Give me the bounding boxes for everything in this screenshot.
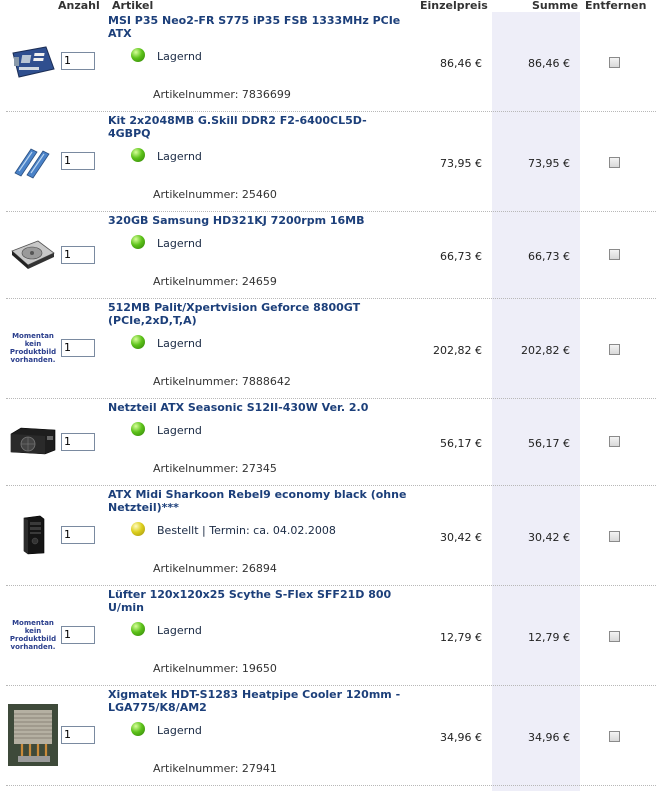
availability-dot-green <box>131 48 145 62</box>
article-number: Artikelnummer: 26894 <box>153 562 277 575</box>
remove-checkbox[interactable] <box>609 531 620 542</box>
cart-row: 1 Kit 2x2048MB G.Skill DDR2 F2-6400CL5D-… <box>0 112 660 211</box>
pc-case-icon <box>8 514 58 556</box>
product-title-link[interactable]: Netzteil ATX Seasonic S12II-430W Ver. 2.… <box>108 401 408 414</box>
availability-dot-green <box>131 422 145 436</box>
availability-text: Lagernd <box>157 150 202 163</box>
article-number: Artikelnummer: 7836699 <box>153 88 291 101</box>
remove-checkbox[interactable] <box>609 344 620 355</box>
cpu-cooler-icon <box>8 704 58 766</box>
remove-checkbox[interactable] <box>609 249 620 260</box>
article-number: Artikelnummer: 27941 <box>153 762 277 775</box>
remove-checkbox[interactable] <box>609 57 620 68</box>
line-sum: 202,82 € <box>521 344 570 357</box>
availability-text: Lagernd <box>157 424 202 437</box>
line-sum: 86,46 € <box>528 57 570 70</box>
line-sum: 30,42 € <box>528 531 570 544</box>
quantity-input[interactable]: 1 <box>61 526 95 544</box>
availability-text: Lagernd <box>157 724 202 737</box>
remove-checkbox[interactable] <box>609 436 620 447</box>
availability-dot-yellow <box>131 522 145 536</box>
line-sum: 56,17 € <box>528 437 570 450</box>
unit-price: 12,79 € <box>440 631 482 644</box>
availability-dot-green <box>131 722 145 736</box>
availability-dot-green <box>131 235 145 249</box>
line-sum: 12,79 € <box>528 631 570 644</box>
unit-price: 30,42 € <box>440 531 482 544</box>
quantity-input[interactable]: 1 <box>61 52 95 70</box>
unit-price: 66,73 € <box>440 250 482 263</box>
no-product-image-placeholder: Momentan kein Produktbild vorhanden. <box>9 332 57 364</box>
harddisk-icon <box>8 236 58 272</box>
availability-dot-green <box>131 622 145 636</box>
line-sum: 73,95 € <box>528 157 570 170</box>
no-product-image-placeholder: Momentan kein Produktbild vorhanden. <box>9 619 57 651</box>
cart-row: Momentan kein Produktbild vorhanden. 1 5… <box>0 299 660 398</box>
availability-dot-green <box>131 148 145 162</box>
article-number: Artikelnummer: 25460 <box>153 188 277 201</box>
quantity-input[interactable]: 1 <box>61 246 95 264</box>
quantity-input[interactable]: 1 <box>61 339 95 357</box>
availability-text: Bestellt | Termin: ca. 04.02.2008 <box>157 524 336 537</box>
quantity-input[interactable]: 1 <box>61 433 95 451</box>
row-divider <box>6 785 656 786</box>
cart-row: 1 ATX Midi Sharkoon Rebel9 economy black… <box>0 486 660 585</box>
product-title-link[interactable]: Lüfter 120x120x25 Scythe S-Flex SFF21D 8… <box>108 588 408 614</box>
remove-checkbox[interactable] <box>609 157 620 168</box>
line-sum: 66,73 € <box>528 250 570 263</box>
article-number: Artikelnummer: 7888642 <box>153 375 291 388</box>
line-sum: 34,96 € <box>528 731 570 744</box>
availability-text: Lagernd <box>157 337 202 350</box>
quantity-input[interactable]: 1 <box>61 152 95 170</box>
article-number: Artikelnummer: 27345 <box>153 462 277 475</box>
availability-text: Lagernd <box>157 624 202 637</box>
remove-checkbox[interactable] <box>609 731 620 742</box>
cart-row: 1 Xigmatek HDT-S1283 Heatpipe Cooler 120… <box>0 686 660 785</box>
remove-checkbox[interactable] <box>609 631 620 642</box>
cart-row: Momentan kein Produktbild vorhanden. 1 L… <box>0 586 660 685</box>
product-title-link[interactable]: Xigmatek HDT-S1283 Heatpipe Cooler 120mm… <box>108 688 408 714</box>
unit-price: 34,96 € <box>440 731 482 744</box>
availability-dot-green <box>131 335 145 349</box>
product-title-link[interactable]: Kit 2x2048MB G.Skill DDR2 F2-6400CL5D-4G… <box>108 114 408 140</box>
availability-text: Lagernd <box>157 237 202 250</box>
cart-row: 1 Netzteil ATX Seasonic S12II-430W Ver. … <box>0 399 660 485</box>
psu-icon <box>8 423 58 459</box>
product-title-link[interactable]: ATX Midi Sharkoon Rebel9 economy black (… <box>108 488 408 514</box>
cart-row: 1 MSI P35 Neo2-FR S775 iP35 FSB 1333MHz … <box>0 12 660 112</box>
unit-price: 56,17 € <box>440 437 482 450</box>
article-number: Artikelnummer: 19650 <box>153 662 277 675</box>
product-title-link[interactable]: 512MB Palit/Xpertvision Geforce 8800GT (… <box>108 301 408 327</box>
product-title-link[interactable]: MSI P35 Neo2-FR S775 iP35 FSB 1333MHz PC… <box>108 14 408 40</box>
unit-price: 73,95 € <box>440 157 482 170</box>
availability-text: Lagernd <box>157 50 202 63</box>
quantity-input[interactable]: 1 <box>61 726 95 744</box>
quantity-input[interactable]: 1 <box>61 626 95 644</box>
unit-price: 86,46 € <box>440 57 482 70</box>
product-title-link[interactable]: 320GB Samsung HD321KJ 7200rpm 16MB <box>108 214 408 227</box>
motherboard-icon <box>8 44 58 80</box>
unit-price: 202,82 € <box>433 344 482 357</box>
ram-icon <box>8 144 58 180</box>
cart-row: 1 320GB Samsung HD321KJ 7200rpm 16MB Lag… <box>0 212 660 298</box>
article-number: Artikelnummer: 24659 <box>153 275 277 288</box>
